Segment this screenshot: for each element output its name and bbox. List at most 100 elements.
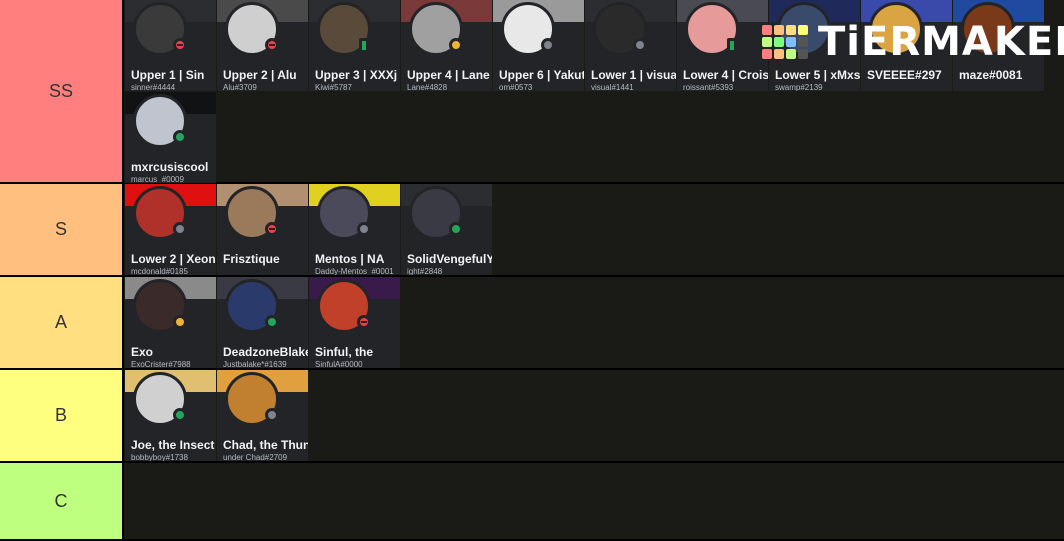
tier-items: Joe, the Insect bobbyboy#1738 Chad, the Th…: [124, 370, 1064, 461]
mobile-status-icon: [727, 38, 737, 53]
tier-item-card[interactable]: Joe, the Insect bobbyboy#1738: [125, 370, 216, 461]
tier-item-card[interactable]: SolidVengefulY ight#2848: [401, 184, 492, 275]
item-tag: ExoCrister#7988: [131, 360, 191, 368]
item-name: Lower 2 | Xeon: [131, 252, 216, 266]
offline-status-icon: [265, 408, 279, 422]
item-name: Lower 5 | xMxstx: [775, 68, 860, 82]
item-tag: mcdonald#0185: [131, 267, 188, 275]
tier-item-card[interactable]: Upper 1 | Sin sinner#4444: [125, 0, 216, 91]
tier-item-card[interactable]: mxrcusiscool marcus_#0009: [125, 92, 216, 183]
tier-item-card[interactable]: Upper 4 | Lane Lane#4828: [401, 0, 492, 91]
logo-square-icon: [786, 37, 796, 47]
item-name: mxrcusiscool: [131, 160, 209, 174]
logo-square-icon: [774, 37, 784, 47]
item-tag: visual#1441: [591, 83, 634, 91]
online-status-icon: [449, 222, 463, 236]
offline-status-icon: [357, 222, 371, 236]
item-name: Exo: [131, 345, 154, 359]
tier-item-card[interactable]: Upper 2 | Alu Alu#3709: [217, 0, 308, 91]
tier-label[interactable]: B: [0, 370, 124, 461]
tier-label[interactable]: C: [0, 463, 124, 539]
logo-square-icon: [798, 37, 808, 47]
tier-item-card[interactable]: Lower 4 | Croissaroissant#5393: [677, 0, 768, 91]
tier-item-card[interactable]: Mentos | NA Daddy-Mentos_#0001: [309, 184, 400, 275]
tier-items: [124, 463, 1064, 539]
item-name: Frisztique: [223, 252, 280, 266]
tiermaker-wordmark: TiERMAKER: [818, 19, 1064, 65]
tier-item-card[interactable]: Exo ExoCrister#7988: [125, 277, 216, 368]
tier-label[interactable]: A: [0, 277, 124, 368]
tier-items: Exo ExoCrister#7988 DeadzoneBlake Justbalak…: [124, 277, 1064, 368]
online-status-icon: [265, 315, 279, 329]
item-name: SolidVengefulY: [407, 252, 492, 266]
idle-status-icon: [449, 38, 463, 52]
tier-row: S Lower 2 | Xeon mcdonald#0185 Frisztique Me…: [0, 184, 1064, 277]
item-tag: swamp#2139: [775, 83, 823, 91]
offline-status-icon: [633, 38, 647, 52]
online-status-icon: [173, 130, 187, 144]
item-tag: Lane#4828: [407, 83, 448, 91]
logo-square-icon: [762, 37, 772, 47]
item-name: Sinful, the: [315, 345, 373, 359]
logo-square-icon: [762, 49, 772, 59]
item-tag: under Chad#2709: [223, 453, 288, 461]
item-name: Upper 3 | XXXj: [315, 68, 398, 82]
offline-status-icon: [173, 222, 187, 236]
tiermaker-logo: TiERMAKER: [762, 14, 1064, 70]
tier-item-card[interactable]: Frisztique: [217, 184, 308, 275]
item-tag: marcus_#0009: [131, 175, 184, 183]
tier-item-card[interactable]: Lower 1 | visual visual#1441: [585, 0, 676, 91]
offline-status-icon: [541, 38, 555, 52]
tier-label[interactable]: SS: [0, 0, 124, 182]
item-name: Upper 2 | Alu: [223, 68, 297, 82]
logo-grid-icon: [762, 25, 808, 59]
tier-row: B Joe, the Insect bobbyboy#1738 Chad, the T…: [0, 370, 1064, 463]
tier-item-card[interactable]: DeadzoneBlake Justbalake*#1639: [217, 277, 308, 368]
item-name: Upper 4 | Lane: [407, 68, 490, 82]
online-status-icon: [173, 408, 187, 422]
logo-square-icon: [774, 49, 784, 59]
tier-item-card[interactable]: Lower 2 | Xeon mcdonald#0185: [125, 184, 216, 275]
logo-square-icon: [798, 49, 808, 59]
item-name: maze#0081: [959, 68, 1023, 82]
tier-list-board: SS Upper 1 | Sin sinner#4444 Upper 2 | Alu A…: [0, 0, 1064, 541]
tier-item-card[interactable]: Sinful, the SinfulA#0000: [309, 277, 400, 368]
idle-status-icon: [173, 315, 187, 329]
logo-square-icon: [786, 49, 796, 59]
item-tag: roissant#5393: [683, 83, 734, 91]
item-name: Lower 1 | visual: [591, 68, 676, 82]
dnd-status-icon: [265, 222, 279, 236]
item-name: Mentos | NA: [315, 252, 385, 266]
dnd-status-icon: [265, 38, 279, 52]
dnd-status-icon: [173, 38, 187, 52]
tier-item-card[interactable]: Chad, the Thundunder Chad#2709: [217, 370, 308, 461]
logo-square-icon: [762, 25, 772, 35]
tier-row: C: [0, 463, 1064, 541]
item-tag: om#0573: [499, 83, 533, 91]
dnd-status-icon: [357, 315, 371, 329]
logo-square-icon: [774, 25, 784, 35]
mobile-status-icon: [359, 38, 369, 53]
item-name: SVEEEE#297: [867, 68, 942, 82]
item-tag: bobbyboy#1738: [131, 453, 188, 461]
item-tag: Alu#3709: [223, 83, 257, 91]
logo-square-icon: [798, 25, 808, 35]
tier-label[interactable]: S: [0, 184, 124, 275]
item-name: Upper 1 | Sin: [131, 68, 205, 82]
item-tag: sinner#4444: [131, 83, 176, 91]
item-tag: SinfulA#0000: [315, 360, 363, 368]
item-name: Chad, the Thund: [223, 438, 308, 452]
item-name: DeadzoneBlake: [223, 345, 308, 359]
item-tag: ight#2848: [407, 267, 443, 275]
item-tag: Justbalake*#1639: [223, 360, 287, 368]
item-name: Joe, the Insect: [131, 438, 215, 452]
item-name: Lower 4 | Croissa: [683, 68, 768, 82]
logo-square-icon: [786, 25, 796, 35]
item-tag: Kiwi#5787: [315, 83, 352, 91]
tier-items: Lower 2 | Xeon mcdonald#0185 Frisztique Men…: [124, 184, 1064, 275]
tier-row: A Exo ExoCrister#7988 DeadzoneBlake Justbala…: [0, 277, 1064, 370]
item-tag: Daddy-Mentos_#0001: [315, 267, 394, 275]
tier-item-card[interactable]: Upper 3 | XXXj Kiwi#5787: [309, 0, 400, 91]
item-name: Upper 6 | Yakuto: [499, 68, 584, 82]
tier-item-card[interactable]: Upper 6 | Yakuto om#0573: [493, 0, 584, 91]
